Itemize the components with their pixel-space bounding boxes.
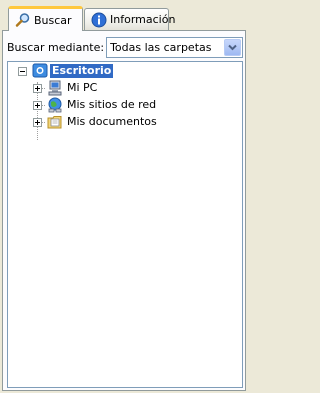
chevron-down-icon[interactable] xyxy=(224,39,241,56)
expand-toggle-mis-documentos[interactable] xyxy=(33,118,42,127)
magnifier-icon xyxy=(15,12,31,28)
info-icon xyxy=(91,12,107,28)
tree-node-mis-documentos[interactable]: Mis documentos xyxy=(47,114,159,130)
computer-icon xyxy=(47,80,63,96)
tree-node-label: Mi PC xyxy=(67,81,98,94)
tab-informacion[interactable]: Información xyxy=(84,8,175,30)
tree-node-label: Escritorio xyxy=(50,64,114,78)
tree-node-mis-sitios-de-red[interactable]: Mis sitios de red xyxy=(47,97,158,113)
search-scope-value: Todas las carpetas xyxy=(110,41,212,54)
folder-tree[interactable]: Escritorio Mi PC Mis sitios de red Mis d… xyxy=(7,61,243,388)
collapse-toggle-escritorio[interactable] xyxy=(18,67,27,76)
tree-node-mi-pc[interactable]: Mi PC xyxy=(47,80,99,96)
search-by-row: Buscar mediante: Todas las carpetas xyxy=(7,37,243,58)
tab-buscar[interactable]: Buscar xyxy=(8,6,83,31)
tab-informacion-label: Información xyxy=(110,13,176,26)
tab-bar: Buscar Información xyxy=(0,0,248,31)
search-by-label: Buscar mediante: xyxy=(7,41,105,54)
search-panel: Buscar mediante: Todas las carpetas Escr… xyxy=(2,30,246,391)
tree-node-label: Mis sitios de red xyxy=(67,98,157,111)
documents-folder-icon xyxy=(47,114,63,130)
tab-buscar-label: Buscar xyxy=(34,13,72,27)
expand-toggle-mi-pc[interactable] xyxy=(33,84,42,93)
expand-toggle-mis-sitios-de-red[interactable] xyxy=(33,101,42,110)
network-icon xyxy=(47,97,63,113)
tree-node-escritorio[interactable]: Escritorio xyxy=(32,63,114,79)
desktop-icon xyxy=(32,63,48,79)
search-scope-select[interactable]: Todas las carpetas xyxy=(106,37,243,58)
tree-node-label: Mis documentos xyxy=(67,115,157,128)
